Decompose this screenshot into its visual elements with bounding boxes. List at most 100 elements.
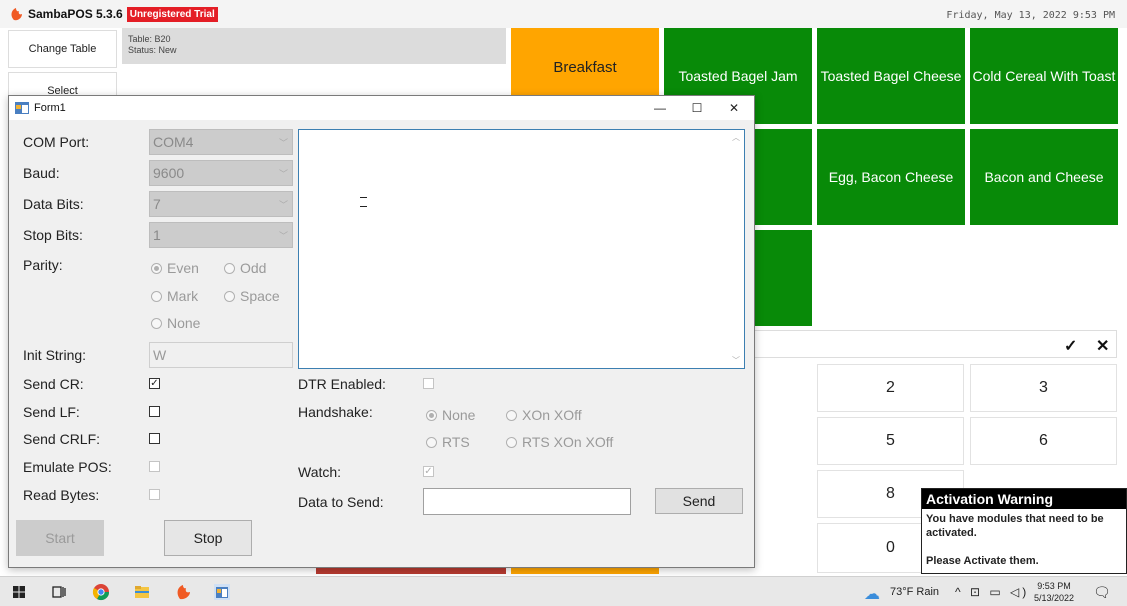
read-bytes-checkbox[interactable]	[149, 489, 160, 500]
notification-icon[interactable]: 🗨	[1093, 584, 1111, 601]
form-body: COM Port: Baud: Data Bits: Stop Bits: Pa…	[9, 96, 756, 569]
scroll-up-icon[interactable]: ︿	[732, 132, 740, 143]
stop-bits-select[interactable]: 1 ﹀	[149, 222, 293, 248]
send-button[interactable]: Send	[655, 488, 743, 514]
radio-label: RTS	[442, 434, 470, 450]
radio-label: RTS XOn XOff	[522, 434, 614, 450]
text-cursor-icon	[360, 197, 367, 207]
radio-icon	[151, 290, 162, 302]
parity-odd-radio[interactable]: Odd	[224, 260, 266, 276]
init-string-label: Init String:	[23, 347, 87, 363]
weather-text[interactable]: 73°F Rain	[890, 586, 939, 598]
handshake-rts-radio[interactable]: RTS	[426, 434, 470, 450]
activation-warning[interactable]: Activation Warning You have modules that…	[921, 488, 1127, 574]
radio-icon	[506, 409, 517, 421]
init-string-input[interactable]: W	[149, 342, 293, 368]
menu-item-button[interactable]: Cold Cereal With Toast	[970, 28, 1118, 124]
com-port-value: COM4	[153, 134, 194, 150]
radio-icon	[151, 317, 162, 329]
warning-message: You have modules that need to be activat…	[922, 509, 1126, 571]
form1-taskbar-icon[interactable]	[212, 583, 232, 601]
chrome-icon[interactable]	[92, 583, 110, 601]
send-cr-label: Send CR:	[23, 376, 84, 392]
data-to-send-input[interactable]	[423, 488, 631, 515]
taskbar-clock[interactable]: 9:53 PM 5/13/2022	[1034, 580, 1074, 604]
handshake-xon-xoff-radio[interactable]: XOn XOff	[506, 407, 582, 423]
radio-label: XOn XOff	[522, 407, 582, 423]
numpad-key[interactable]: 5	[817, 417, 964, 465]
menu-item-button[interactable]: Egg, Bacon Cheese	[817, 129, 965, 225]
numpad-key[interactable]: 3	[970, 364, 1117, 412]
check-icon[interactable]: ✓	[1064, 336, 1077, 356]
windows-start-icon[interactable]	[10, 583, 28, 601]
handshake-none-radio[interactable]: None	[426, 407, 475, 423]
watch-label: Watch:	[298, 464, 342, 480]
system-tray-icons[interactable]: ^ ⊡ ▭ ◁)	[955, 585, 1029, 599]
pos-datetime: Friday, May 13, 2022 9:53 PM	[946, 10, 1115, 21]
numpad-input[interactable]	[752, 330, 1117, 358]
close-icon[interactable]: ✕	[1096, 336, 1109, 356]
data-to-send-label: Data to Send:	[298, 494, 384, 510]
radio-label: None	[167, 315, 201, 331]
send-crlf-checkbox[interactable]	[149, 433, 160, 444]
send-cr-checkbox[interactable]: ✓	[149, 378, 160, 389]
radio-label: None	[442, 407, 476, 423]
task-view-icon[interactable]	[50, 583, 68, 601]
data-bits-label: Data Bits:	[23, 196, 84, 212]
sambapos-logo-icon	[11, 8, 22, 21]
clock-date: 5/13/2022	[1034, 593, 1075, 603]
chevron-down-icon: ﹀	[278, 200, 288, 210]
send-lf-label: Send LF:	[23, 404, 80, 420]
send-lf-checkbox[interactable]	[149, 406, 160, 417]
data-bits-value: 7	[153, 196, 161, 212]
file-explorer-icon[interactable]	[133, 583, 151, 601]
radio-icon	[224, 290, 235, 302]
warning-title: Activation Warning	[922, 489, 1126, 509]
emulate-pos-label: Emulate POS:	[23, 459, 112, 475]
baud-label: Baud:	[23, 165, 60, 181]
baud-select[interactable]: 9600 ﹀	[149, 160, 293, 186]
menu-item-button[interactable]: Toasted Bagel Cheese	[817, 28, 965, 124]
stop-button[interactable]: Stop	[164, 520, 252, 556]
weather-rain-icon[interactable]: ☁	[864, 584, 880, 604]
scroll-down-icon[interactable]: ﹀	[732, 355, 740, 366]
clock-time: 9:53 PM	[1037, 581, 1071, 591]
emulate-pos-checkbox[interactable]	[149, 461, 160, 472]
numpad-key[interactable]: 6	[970, 417, 1117, 465]
data-bits-select[interactable]: 7 ﹀	[149, 191, 293, 217]
radio-label: Mark	[167, 288, 199, 304]
radio-icon	[426, 436, 437, 448]
app-title: SambaPOS 5.3.6 Unregistered Trial	[8, 6, 218, 22]
com-port-select[interactable]: COM4 ﹀	[149, 129, 293, 155]
chevron-down-icon: ﹀	[278, 138, 288, 148]
sambapos-taskbar-icon[interactable]	[174, 583, 192, 601]
parity-even-radio[interactable]: Even	[151, 260, 199, 276]
radio-label: Space	[240, 288, 280, 304]
numpad-key[interactable]: 2	[817, 364, 964, 412]
read-bytes-label: Read Bytes:	[23, 487, 100, 503]
radio-icon	[426, 409, 437, 421]
radio-icon	[224, 262, 235, 274]
menu-item-button[interactable]: Bacon and Cheese	[970, 129, 1118, 225]
handshake-rts-xon-xoff-radio[interactable]: RTS XOn XOff	[506, 434, 613, 450]
change-table-button[interactable]: Change Table	[8, 30, 117, 68]
warning-line: You have modules that need to be activat…	[926, 513, 1104, 539]
dtr-enabled-label: DTR Enabled:	[298, 376, 386, 392]
parity-space-radio[interactable]: Space	[224, 288, 280, 304]
handshake-label: Handshake:	[298, 404, 373, 420]
dtr-enabled-checkbox[interactable]	[423, 378, 434, 389]
pos-top-bar: SambaPOS 5.3.6 Unregistered Trial Friday…	[0, 0, 1127, 28]
baud-value: 9600	[153, 165, 185, 181]
start-button[interactable]: Start	[16, 520, 104, 556]
trial-badge: Unregistered Trial	[126, 6, 218, 22]
app-name: SambaPOS 5.3.6	[28, 7, 123, 21]
stop-bits-value: 1	[153, 227, 161, 243]
parity-label: Parity:	[23, 257, 63, 273]
parity-mark-radio[interactable]: Mark	[151, 288, 198, 304]
ticket-info: Table: B20 Status: New	[122, 28, 506, 64]
output-textarea[interactable]: ︿ ﹀	[298, 129, 745, 369]
taskbar: ☁ 73°F Rain ^ ⊡ ▭ ◁) 9:53 PM 5/13/2022 🗨	[0, 576, 1127, 606]
watch-checkbox[interactable]: ✓	[423, 466, 434, 477]
radio-icon	[506, 436, 517, 448]
parity-none-radio[interactable]: None	[151, 315, 200, 331]
